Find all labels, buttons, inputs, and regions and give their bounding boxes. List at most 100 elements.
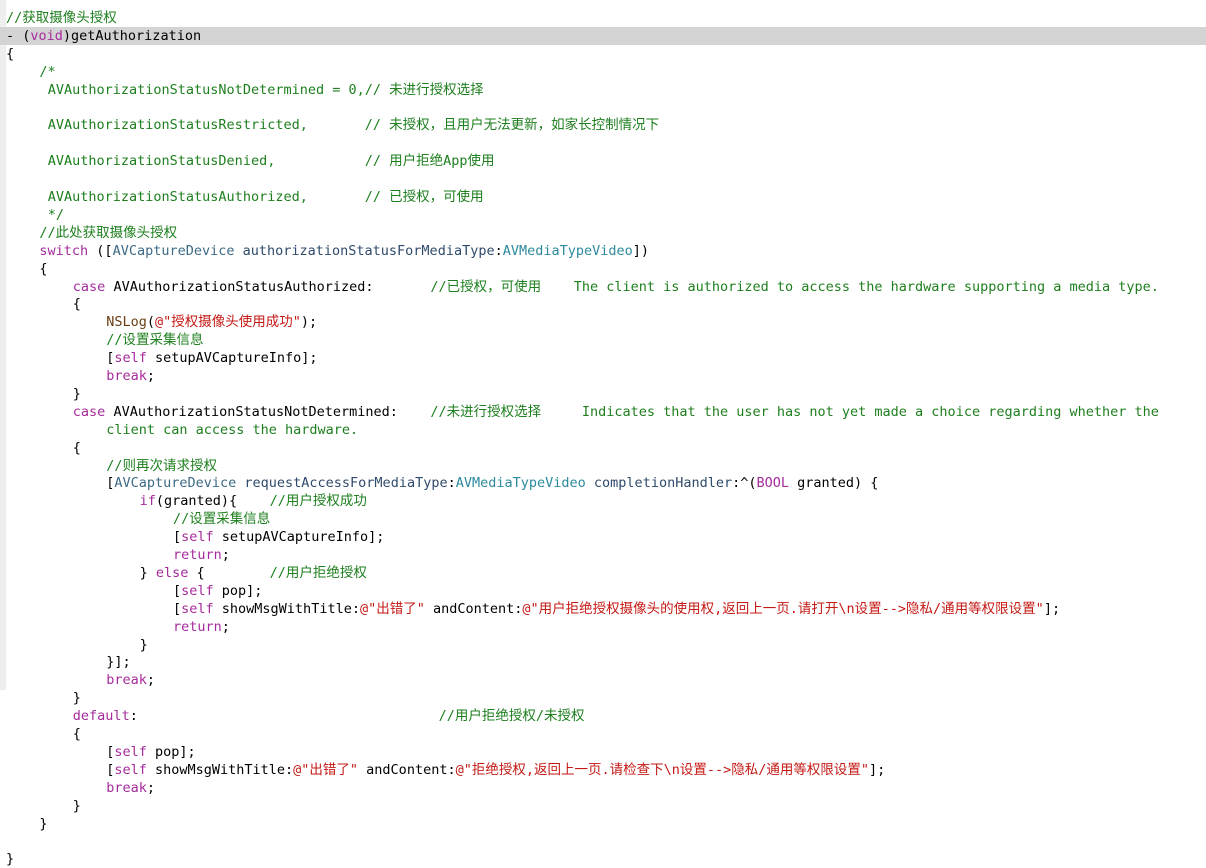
code-line[interactable]: //此处获取摄像头授权: [0, 224, 1206, 242]
code-token: //用户拒绝授权: [269, 564, 367, 581]
code-line[interactable]: /*: [0, 63, 1206, 81]
code-line[interactable]: if(granted){ //用户授权成功: [0, 492, 1206, 510]
code-token: }: [6, 851, 15, 868]
code-token: return: [173, 618, 222, 635]
code-line[interactable]: }: [0, 385, 1206, 403]
code-token: }: [72, 797, 81, 814]
code-token: AVAuthorizationStatusNotDetermined = 0,/…: [47, 81, 484, 98]
code-token: //设置采集信息: [106, 332, 204, 349]
code-line[interactable]: [0, 170, 1206, 188]
code-line[interactable]: }: [0, 815, 1206, 833]
code-line[interactable]: }];: [0, 653, 1206, 671]
code-line[interactable]: client can access the hardware.: [0, 421, 1206, 439]
code-token: case: [72, 403, 106, 420]
code-token: client can access the hardware.: [106, 421, 359, 438]
code-token: {: [72, 726, 81, 742]
code-token: [: [173, 600, 182, 617]
code-line[interactable]: switch ([AVCaptureDevice authorizationSt…: [0, 242, 1206, 260]
code-token: ];: [869, 761, 886, 778]
code-line[interactable]: }: [0, 636, 1206, 654]
code-token: self: [181, 582, 214, 599]
code-token: AVAuthorizationStatusNotDetermined:: [105, 403, 431, 420]
code-line[interactable]: break;: [0, 779, 1206, 797]
code-token: NSLog: [106, 314, 147, 331]
code-line[interactable]: [self setupAVCaptureInfo];: [0, 349, 1206, 367]
code-line[interactable]: {: [0, 45, 1206, 63]
code-token: if: [139, 493, 156, 510]
code-line[interactable]: default: //用户拒绝授权/未授权: [0, 707, 1206, 725]
code-token: :^(: [732, 475, 757, 492]
code-line[interactable]: }: [0, 797, 1206, 815]
code-line[interactable]: //则再次请求授权: [0, 457, 1206, 475]
code-token: granted) {: [789, 475, 879, 492]
code-token: }: [139, 564, 156, 581]
code-line[interactable]: }: [0, 850, 1206, 868]
code-token: {: [6, 45, 15, 62]
code-line[interactable]: NSLog(@"授权摄像头使用成功");: [0, 313, 1206, 331]
code-token: {: [188, 564, 270, 581]
code-line[interactable]: [self showMsgWithTitle:@"出错了" andContent…: [0, 600, 1206, 618]
code-token: @"授权摄像头使用成功": [154, 314, 301, 331]
code-token: case: [72, 278, 106, 295]
code-line[interactable]: AVAuthorizationStatusAuthorized, // 已授权，…: [0, 188, 1206, 206]
code-token: @"用户拒绝授权摄像头的使用权,返回上一页.请打开\n设置-->隐私/通用等权限…: [522, 600, 1044, 617]
code-line[interactable]: [self showMsgWithTitle:@"出错了" andContent…: [0, 761, 1206, 779]
code-line[interactable]: case AVAuthorizationStatusNotDetermined:…: [0, 403, 1206, 421]
code-token: //未进行授权选择 Indicates that the user has no…: [430, 403, 1159, 420]
code-line[interactable]: return;: [0, 618, 1206, 636]
code-token: AVMediaTypeVideo: [455, 475, 586, 492]
code-line[interactable]: {: [0, 439, 1206, 457]
code-token: self: [114, 350, 147, 367]
code-token: ;: [221, 618, 230, 635]
code-line[interactable]: [AVCaptureDevice requestAccessForMediaTy…: [0, 474, 1206, 492]
code-line[interactable]: {: [0, 295, 1206, 313]
code-token: self: [181, 600, 214, 617]
code-token: :: [129, 708, 439, 725]
code-token: showMsgWithTitle:: [213, 600, 360, 617]
code-token: default: [72, 708, 130, 725]
code-line[interactable]: [self pop];: [0, 582, 1206, 600]
code-token: - (: [6, 27, 31, 44]
code-token: :: [447, 475, 456, 492]
code-token: completionHandler: [593, 475, 733, 492]
code-editor[interactable]: //获取摄像头授权 - (void)getAuthorization{/* AVAu…: [0, 0, 1206, 867]
code-token: //此处获取摄像头授权: [39, 224, 178, 241]
code-line[interactable]: {: [0, 260, 1206, 278]
code-token: ;: [146, 368, 155, 384]
code-token: [: [173, 529, 182, 546]
code-token: return: [173, 547, 222, 563]
code-token: }: [72, 690, 81, 707]
code-line[interactable]: {: [0, 725, 1206, 743]
code-line[interactable]: AVAuthorizationStatusRestricted, // 未授权，…: [0, 116, 1206, 134]
code-line[interactable]: }: [0, 689, 1206, 707]
code-line[interactable]: [self pop];: [0, 743, 1206, 761]
code-line[interactable]: [self setupAVCaptureInfo];: [0, 528, 1206, 546]
code-line[interactable]: } else { //用户拒绝授权: [0, 564, 1206, 582]
code-line[interactable]: //设置采集信息: [0, 331, 1206, 349]
code-line[interactable]: [0, 832, 1206, 850]
code-line[interactable]: */: [0, 206, 1206, 224]
code-line[interactable]: break;: [0, 671, 1206, 689]
code-line[interactable]: //设置采集信息: [0, 510, 1206, 528]
code-token: AVCaptureDevice: [112, 242, 235, 259]
code-line[interactable]: AVAuthorizationStatusDenied, // 用户拒绝App使…: [0, 152, 1206, 170]
code-token: requestAccessForMediaType: [244, 475, 448, 492]
code-line[interactable]: [0, 99, 1206, 117]
code-line[interactable]: AVAuthorizationStatusNotDetermined = 0,/…: [0, 81, 1206, 99]
code-token: break: [106, 672, 147, 689]
code-token: break: [106, 779, 147, 796]
code-token: }];: [106, 654, 131, 671]
code-line[interactable]: [0, 134, 1206, 152]
code-token: AVAuthorizationStatusDenied, // 用户拒绝App使…: [47, 153, 495, 170]
code-token: switch: [39, 242, 89, 259]
code-line[interactable]: case AVAuthorizationStatusAuthorized: //…: [0, 278, 1206, 296]
code-line[interactable]: //获取摄像头授权: [0, 9, 1206, 27]
code-token: }: [39, 815, 48, 832]
code-token: authorizationStatusForMediaType: [242, 242, 495, 259]
code-line[interactable]: break;: [0, 367, 1206, 385]
code-line[interactable]: return;: [0, 546, 1206, 564]
code-token: //已授权，可使用 The client is authorized to ac…: [430, 278, 1159, 295]
code-token: @"拒绝授权,返回上一页.请检查下\n设置-->隐私/通用等权限设置": [455, 761, 869, 778]
code-line[interactable]: - (void)getAuthorization: [0, 26, 1206, 45]
